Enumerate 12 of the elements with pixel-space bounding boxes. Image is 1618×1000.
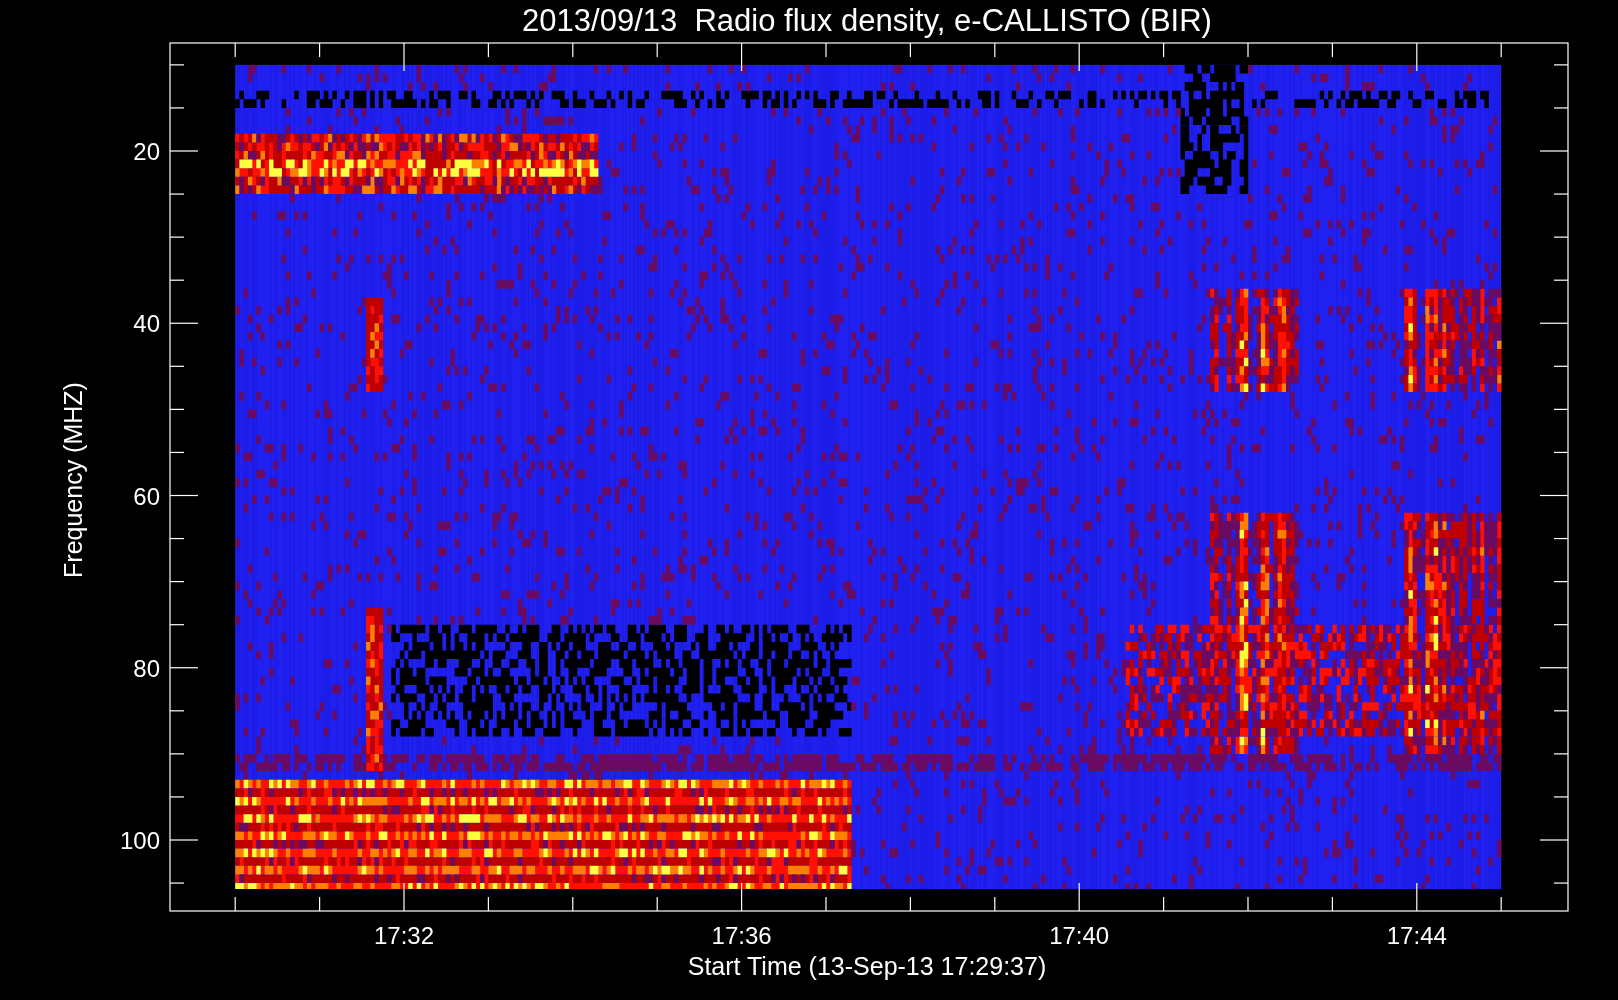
y-tick-label: 20 — [133, 138, 160, 165]
x-tick-label: 17:36 — [711, 922, 772, 949]
x-axis-label: Start Time (13-Sep-13 17:29:37) — [687, 952, 1047, 980]
y-tick-label: 80 — [133, 654, 160, 682]
y-tick-label: 100 — [119, 827, 160, 854]
y-tick-label: 40 — [133, 310, 160, 338]
y-tick-label: 60 — [133, 482, 160, 510]
x-tick-label: 17:44 — [1386, 922, 1447, 949]
x-tick-label: 17:40 — [1049, 922, 1110, 949]
chart-title: 2013/09/13 Radio flux density, e-CALLISTO (BIR) — [522, 3, 1212, 38]
x-tick-label: 17:32 — [373, 922, 435, 949]
y-axis-label: Frequency (MHZ) — [59, 382, 87, 578]
